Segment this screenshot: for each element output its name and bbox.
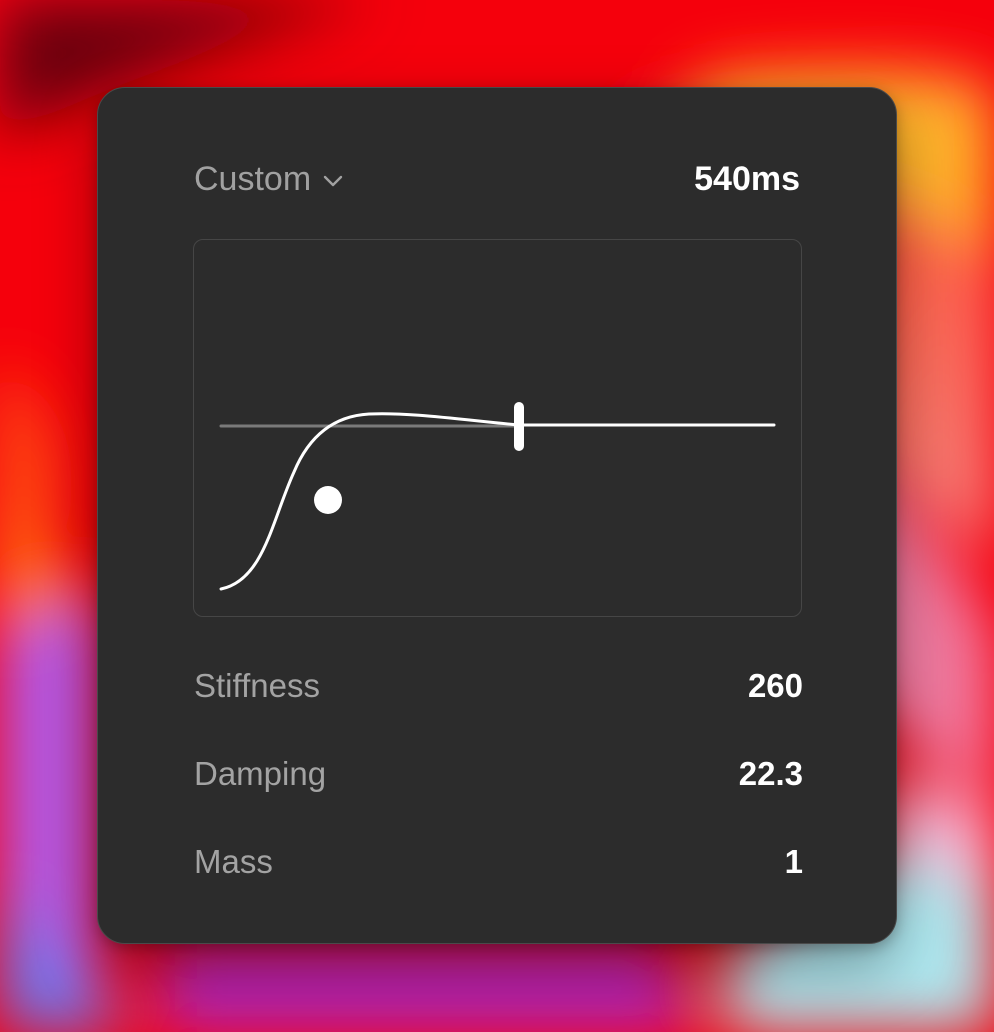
stiffness-row: Stiffness 260: [194, 664, 803, 708]
damping-row: Damping 22.3: [194, 752, 803, 796]
duration-value: 540ms: [694, 160, 800, 198]
stiffness-value[interactable]: 260: [748, 667, 803, 705]
drag-point-handle[interactable]: [314, 486, 342, 514]
spring-curve-graph: [193, 239, 802, 617]
chevron-down-icon: [323, 175, 343, 187]
preset-dropdown[interactable]: Custom: [194, 159, 343, 199]
mass-label: Mass: [194, 843, 273, 880]
spring-curve: [219, 412, 776, 591]
damping-label: Damping: [194, 755, 327, 792]
mass-row: Mass 1: [194, 840, 803, 884]
mass-value[interactable]: 1: [785, 843, 803, 881]
spring-editor-panel: Custom 540ms Stiffness 260 Damping 22.3 …: [97, 87, 897, 944]
damping-value[interactable]: 22.3: [739, 755, 803, 793]
preset-label: Custom: [194, 160, 312, 198]
duration-marker-handle[interactable]: [514, 402, 524, 451]
stiffness-label: Stiffness: [194, 667, 320, 704]
